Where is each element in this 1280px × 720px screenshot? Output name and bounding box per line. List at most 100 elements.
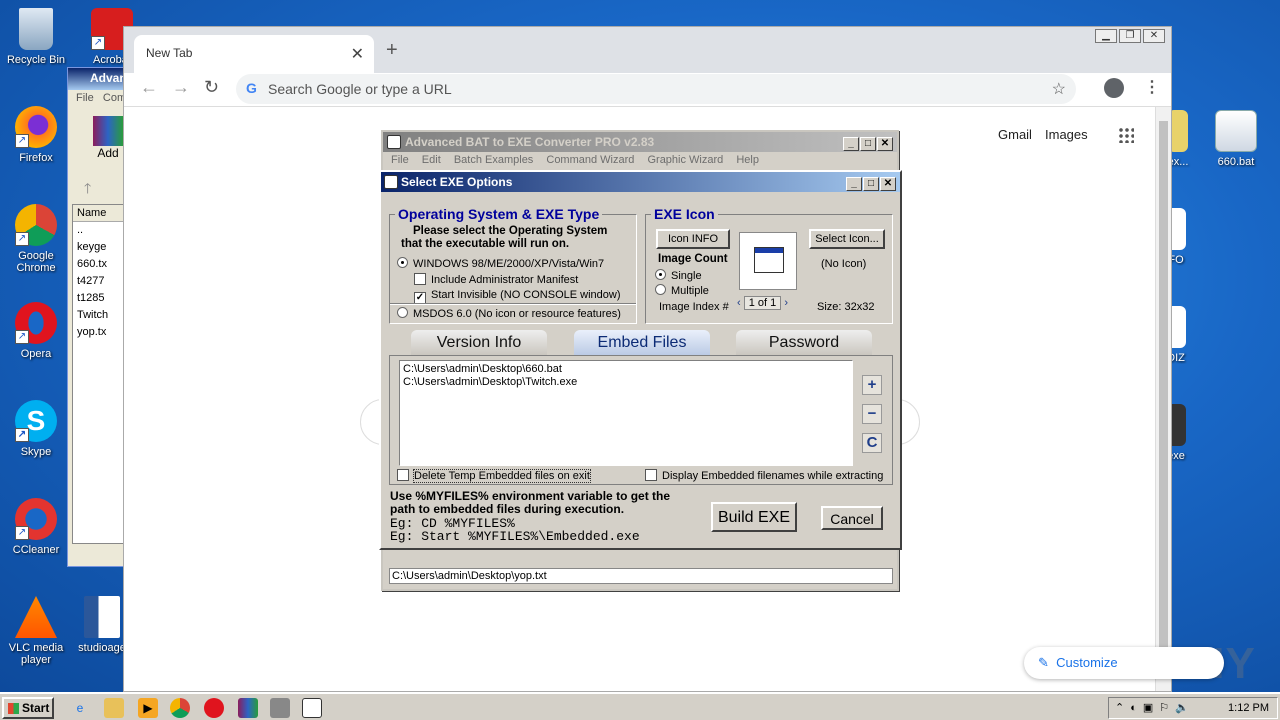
tab-version-info[interactable]: Version Info — [411, 330, 547, 356]
admin-manifest-checkbox[interactable]: Include Administrator Manifest — [414, 273, 578, 286]
list-item[interactable]: t1285 — [73, 290, 127, 307]
google-g-icon: G — [246, 80, 257, 96]
checkbox-icon — [414, 273, 426, 285]
list-item[interactable]: yop.tx — [73, 324, 127, 341]
os-divider — [390, 303, 636, 305]
up-arrow-icon[interactable]: 🡑 — [84, 178, 91, 202]
taskbar: Start e ▶ ⌃◐▣⚐🔈 1:12 PM — [0, 692, 1280, 720]
msdos-radio[interactable]: MSDOS 6.0 (No icon or resource features) — [397, 307, 621, 320]
minimize-icon[interactable]: ▁ — [1095, 29, 1117, 43]
chevron-right-icon[interactable]: › — [784, 297, 788, 309]
list-item[interactable]: .. — [73, 222, 127, 239]
bookmark-star-icon[interactable]: ☆ — [1052, 79, 1066, 99]
desktop-icon-skype[interactable]: S ↗ Skype — [0, 400, 72, 458]
start-invisible-checkbox[interactable]: ✓ Start Invisible (NO CONSOLE window) — [414, 289, 621, 304]
chrome-toolbar: ← → ↻ G Search Google or type a URL ☆ ⋮ — [124, 73, 1171, 107]
opera-icon: ↗ — [15, 302, 57, 344]
new-tab-button[interactable]: + — [386, 39, 398, 62]
tab-embed-files[interactable]: Embed Files — [574, 330, 710, 356]
restore-icon[interactable]: ❐ — [1119, 29, 1141, 43]
image-index-spinner[interactable]: ‹ 1 of 1 › — [737, 296, 803, 312]
select-exe-options-dialog[interactable]: Select EXE Options _ □ ✕ Operating System … — [379, 170, 902, 550]
close-icon[interactable]: ✕ — [880, 177, 896, 191]
desktop-icon-opera[interactable]: ↗ Opera — [0, 302, 72, 360]
start-button[interactable]: Start — [2, 697, 54, 719]
gmail-link[interactable]: Gmail — [998, 127, 1032, 142]
winrar-menu-file[interactable]: File — [76, 92, 94, 104]
build-exe-button[interactable]: Build EXE — [711, 502, 797, 532]
winrar-taskbar-icon[interactable] — [238, 698, 258, 718]
tab-password[interactable]: Password — [736, 330, 872, 356]
back-icon[interactable]: ← — [140, 77, 158, 98]
list-item[interactable]: C:\Users\admin\Desktop\660.bat — [403, 363, 849, 376]
winrar-window[interactable]: Advan File Com Add 🡑 Name .. keyge 660.t… — [67, 67, 128, 567]
clear-files-button[interactable]: C — [862, 433, 882, 453]
minimize-icon[interactable]: _ — [846, 177, 862, 191]
maximize-icon[interactable]: □ — [863, 177, 879, 191]
close-tab-icon[interactable]: ✕ — [351, 44, 364, 64]
chrome-taskbar-icon[interactable] — [170, 698, 190, 718]
chrome-menu-icon[interactable]: ⋮ — [1144, 77, 1160, 97]
embedded-files-list[interactable]: C:\Users\admin\Desktop\660.bat C:\Users\… — [399, 360, 853, 466]
maximize-icon[interactable]: □ — [860, 137, 876, 151]
app-taskbar-icon[interactable] — [270, 698, 290, 718]
icon-info-button[interactable]: Icon INFO — [656, 229, 730, 249]
chevron-left-icon[interactable]: ‹ — [737, 297, 741, 309]
images-link[interactable]: Images — [1045, 127, 1088, 142]
media-player-icon[interactable]: ▶ — [138, 698, 158, 718]
winrar-file-list[interactable]: Name .. keyge 660.tx t4277 t1285 Twitch … — [72, 204, 128, 544]
column-header-name[interactable]: Name — [73, 205, 127, 222]
page-scrollbar[interactable] — [1155, 107, 1171, 691]
tab-new-tab[interactable]: New Tab ✕ — [134, 35, 374, 73]
explorer-icon[interactable] — [104, 698, 124, 718]
list-item[interactable]: C:\Users\admin\Desktop\Twitch.exe — [403, 376, 849, 389]
remove-file-button[interactable]: − — [862, 404, 882, 424]
menu-file[interactable]: File — [391, 154, 409, 166]
add-file-button[interactable]: + — [862, 375, 882, 395]
desktop-icon-chrome[interactable]: ↗ Google Chrome — [0, 204, 72, 274]
desktop-icon-recycle-bin[interactable]: Recycle Bin — [0, 8, 72, 66]
desktop-icon-vlc[interactable]: VLC media player — [0, 596, 72, 666]
radio-checked-icon — [655, 269, 666, 280]
icon-preview — [739, 232, 797, 290]
bat-to-exe-taskbar-icon[interactable] — [302, 698, 322, 718]
windows-radio[interactable]: WINDOWS 98/ME/2000/XP/Vista/Win7 — [397, 257, 604, 270]
winrar-add-button[interactable]: Add — [88, 116, 128, 160]
checkbox-icon — [645, 469, 657, 481]
close-icon[interactable]: ✕ — [1143, 29, 1165, 43]
opera-taskbar-icon[interactable] — [204, 698, 224, 718]
tray-icons[interactable]: ⌃◐▣⚐🔈 — [1115, 701, 1195, 714]
desktop-icon-660-bat[interactable]: 660.bat — [1200, 110, 1272, 168]
menu-command-wizard[interactable]: Command Wizard — [546, 154, 634, 166]
menu-batch-examples[interactable]: Batch Examples — [454, 154, 533, 166]
clock[interactable]: 1:12 PM — [1228, 702, 1269, 714]
apps-grid-icon[interactable] — [1118, 127, 1134, 143]
radio-unchecked-icon — [397, 307, 408, 318]
ie-icon[interactable]: e — [70, 698, 90, 718]
reload-icon[interactable]: ↻ — [204, 77, 219, 98]
close-icon[interactable]: ✕ — [877, 137, 893, 151]
list-item[interactable]: t4277 — [73, 273, 127, 290]
list-item[interactable]: 660.tx — [73, 256, 127, 273]
profile-avatar-icon[interactable] — [1104, 78, 1124, 98]
delete-temp-checkbox[interactable]: Delete Temp Embedded files on exit — [397, 469, 591, 483]
menu-graphic-wizard[interactable]: Graphic Wizard — [647, 154, 723, 166]
select-icon-button[interactable]: Select Icon... — [809, 229, 885, 249]
desktop-icon-firefox[interactable]: ↗ Firefox — [0, 106, 72, 164]
cancel-button[interactable]: Cancel — [821, 506, 883, 530]
customize-button[interactable]: ✎ Customize — [1024, 647, 1224, 679]
omnibox[interactable]: G Search Google or type a URL ☆ — [236, 74, 1076, 104]
display-names-checkbox[interactable]: Display Embedded filenames while extract… — [645, 469, 883, 482]
minimize-icon[interactable]: _ — [843, 137, 859, 151]
menu-edit[interactable]: Edit — [422, 154, 441, 166]
os-instruction-1: Please select the Operating System — [413, 225, 608, 237]
single-radio[interactable]: Single — [655, 269, 702, 282]
menu-help[interactable]: Help — [736, 154, 759, 166]
desktop-icon-ccleaner[interactable]: ↗ CCleaner — [0, 498, 72, 556]
list-item[interactable]: Twitch — [73, 307, 127, 324]
list-item[interactable]: keyge — [73, 239, 127, 256]
scrollbar-thumb[interactable] — [1159, 121, 1168, 677]
multiple-radio[interactable]: Multiple — [655, 284, 709, 297]
forward-icon[interactable]: → — [172, 77, 190, 98]
omnibox-placeholder: Search Google or type a URL — [268, 81, 452, 97]
